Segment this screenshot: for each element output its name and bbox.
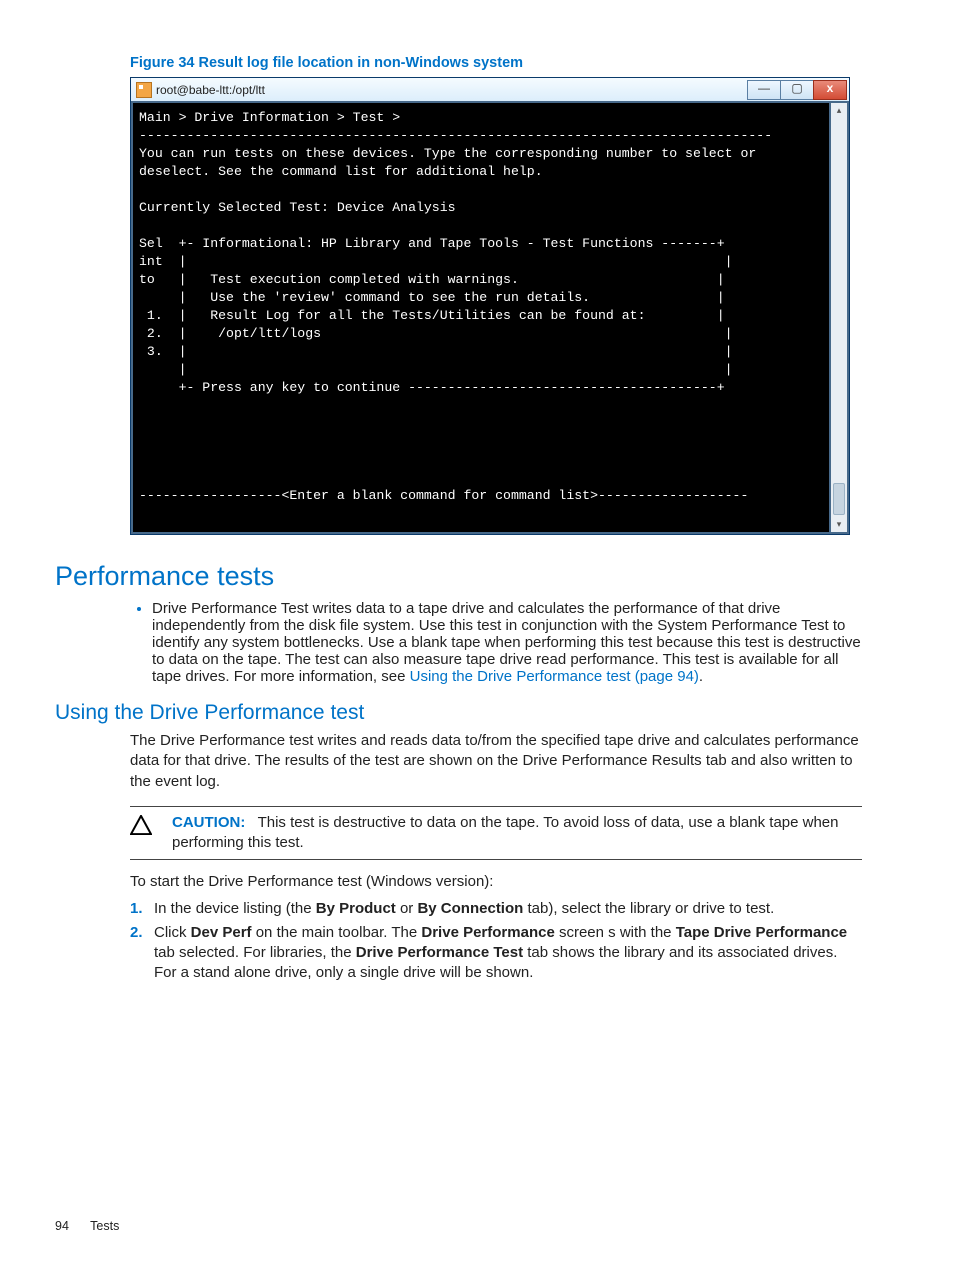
bullet-text-tail: .	[699, 668, 703, 685]
scroll-thumb[interactable]	[833, 483, 845, 515]
scrollbar[interactable]: ▴ ▾	[831, 101, 849, 534]
footer-section: Tests	[90, 1219, 119, 1233]
maximize-button[interactable]: ▢	[780, 80, 814, 100]
bullet-drive-performance: Drive Performance Test writes data to a …	[152, 600, 862, 685]
caution-box: CAUTION: This test is destructive to dat…	[130, 806, 862, 861]
procedure-lead: To start the Drive Performance test (Win…	[130, 872, 862, 892]
window-controls: — ▢ x	[748, 80, 847, 100]
page-number: 94	[55, 1219, 69, 1233]
caution-icon	[130, 815, 152, 835]
terminal-body: Main > Drive Information > Test > ------…	[131, 101, 831, 534]
figure-caption: Figure 34 Result log file location in no…	[130, 55, 862, 71]
step-2: Click Dev Perf on the main toolbar. The …	[154, 923, 862, 984]
scroll-down-icon[interactable]: ▾	[831, 517, 847, 532]
close-button[interactable]: x	[813, 80, 847, 100]
step-1: In the device listing (the By Product or…	[154, 899, 862, 919]
caution-text: This test is destructive to data on the …	[172, 814, 839, 851]
terminal-window: root@babe-ltt:/opt/ltt — ▢ x Main > Driv…	[130, 77, 850, 535]
minimize-button[interactable]: —	[747, 80, 781, 100]
terminal-titlebar: root@babe-ltt:/opt/ltt — ▢ x	[131, 78, 849, 101]
subsection-intro: The Drive Performance test writes and re…	[130, 731, 862, 792]
subsection-heading-using-drive-performance: Using the Drive Performance test	[55, 701, 862, 725]
section-heading-performance-tests: Performance tests	[55, 561, 862, 592]
scroll-up-icon[interactable]: ▴	[831, 103, 847, 118]
putty-icon	[136, 82, 152, 98]
terminal-title: root@babe-ltt:/opt/ltt	[156, 83, 748, 97]
page-footer: 94 Tests	[55, 1219, 119, 1233]
caution-label: CAUTION:	[172, 814, 245, 831]
link-using-drive-performance-test[interactable]: Using the Drive Performance test (page 9…	[410, 668, 699, 685]
